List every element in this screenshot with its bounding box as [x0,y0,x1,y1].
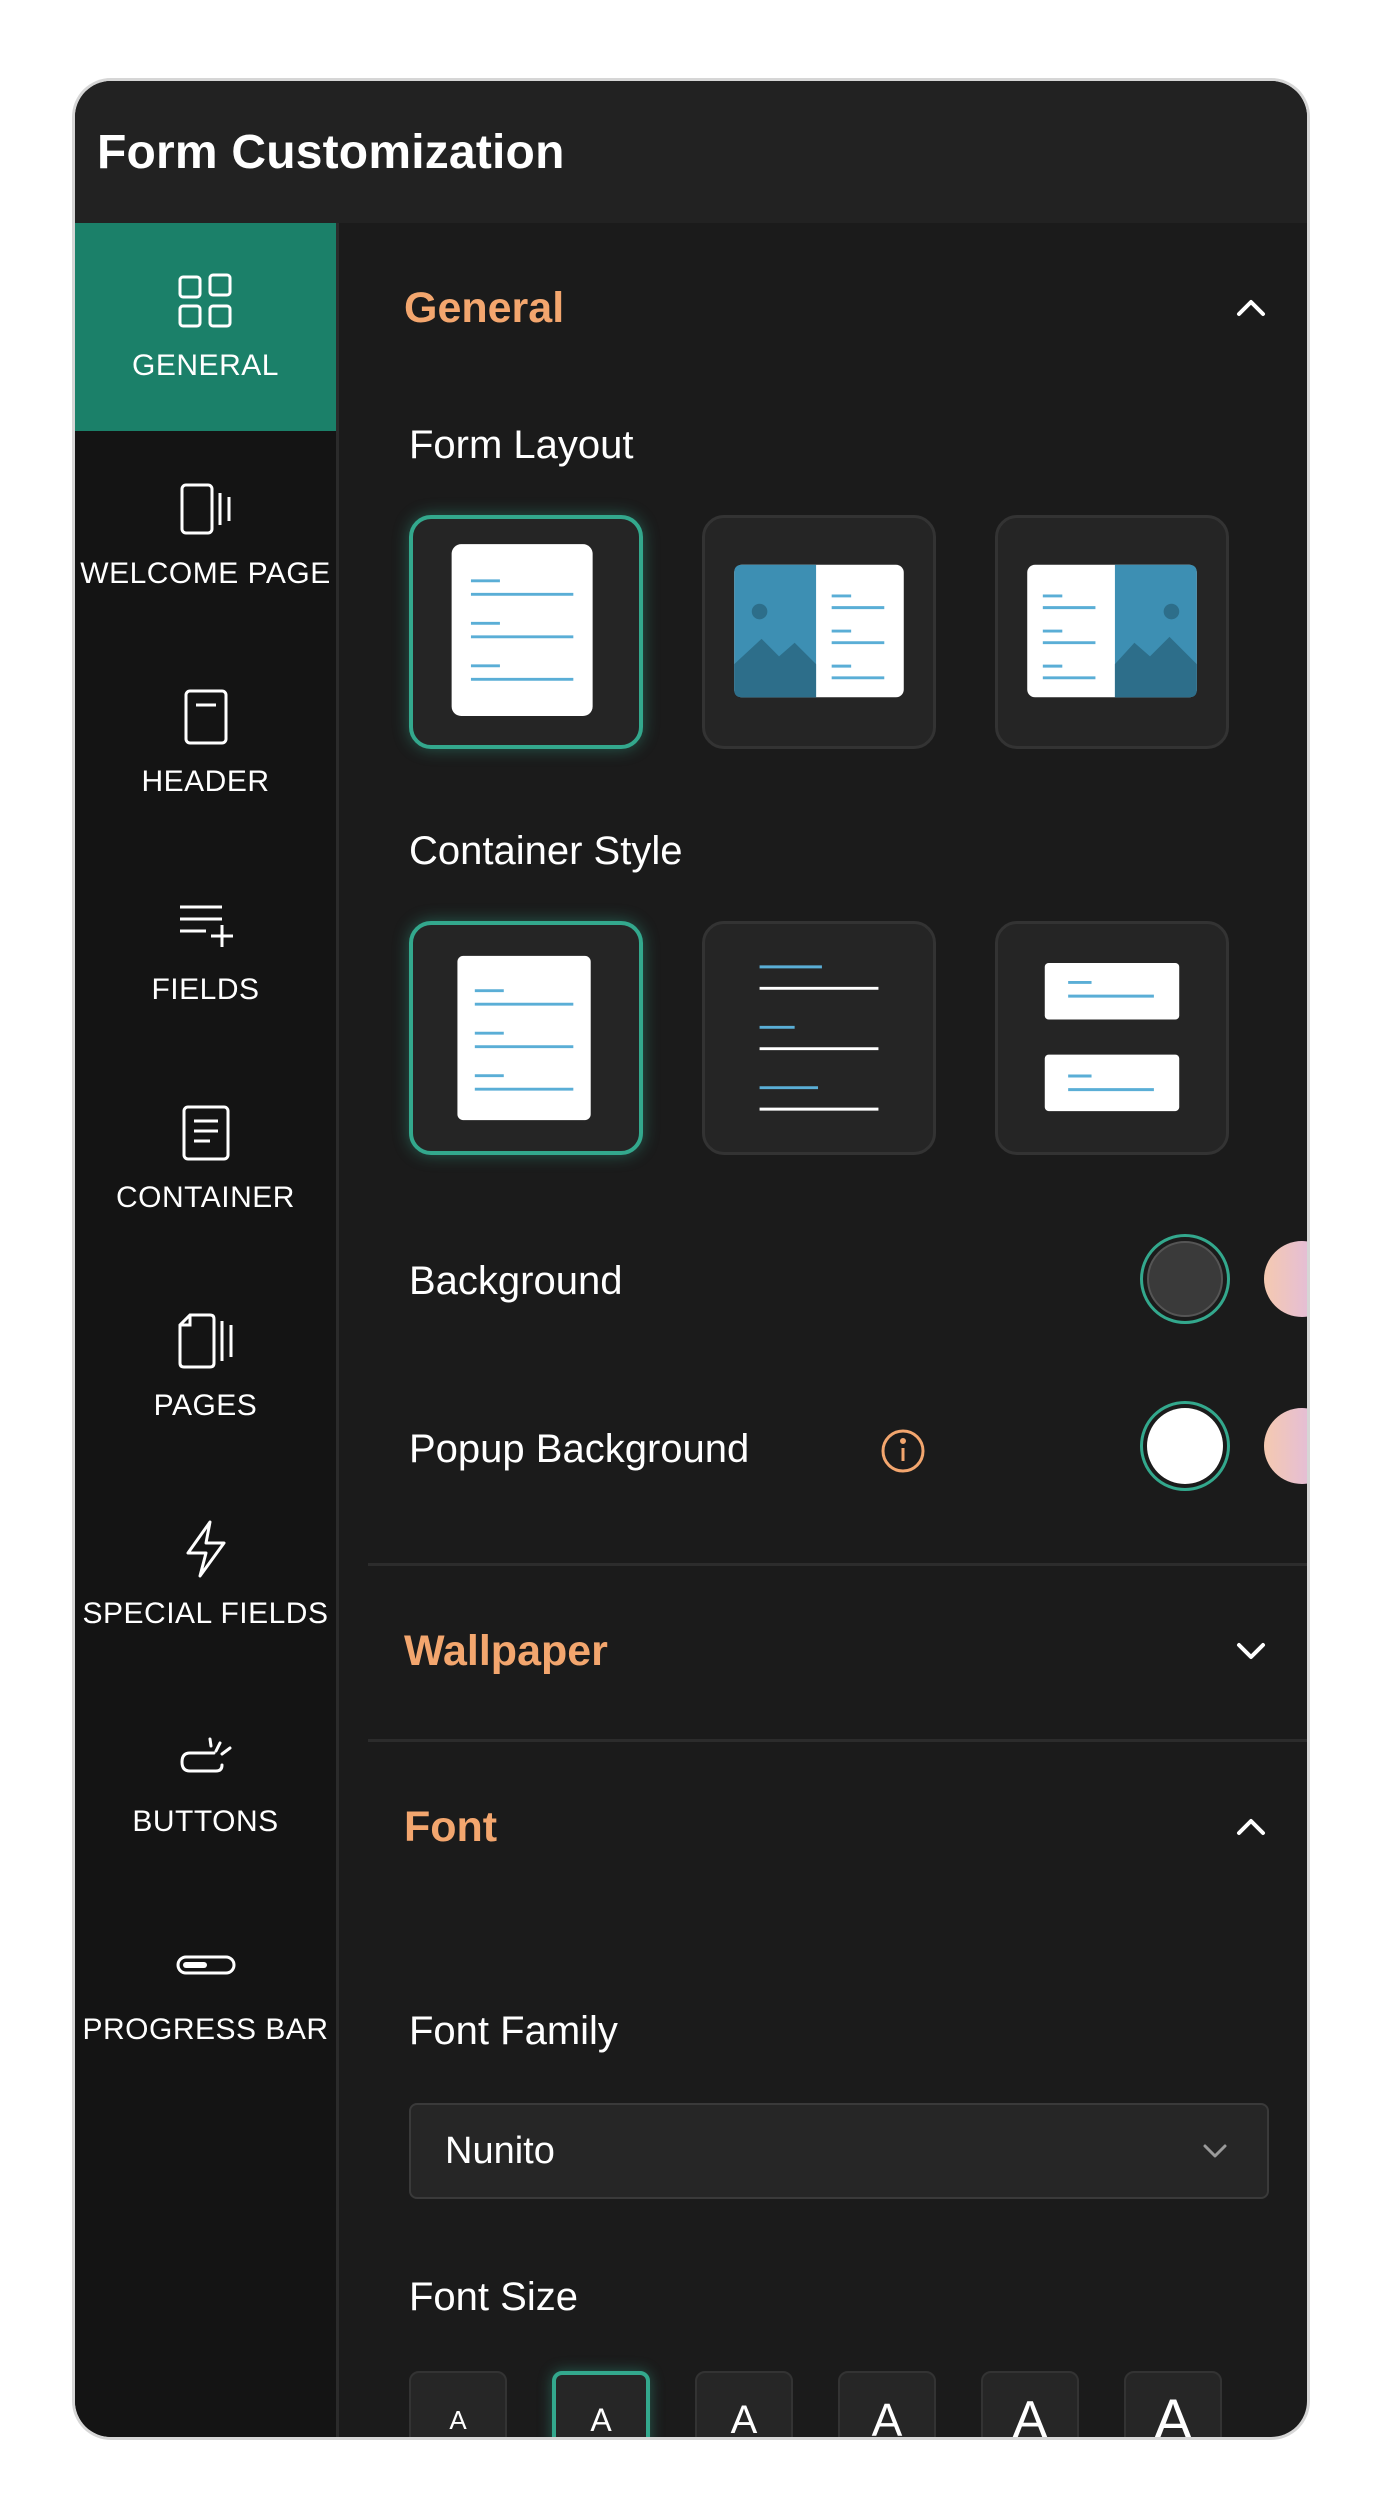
sidebar-item-label: HEADER [141,765,270,798]
font-size-option-s[interactable]: A [552,2371,650,2437]
header-icon [184,689,227,745]
sidebar-item-buttons[interactable]: BUTTONS [75,1679,336,1887]
sidebar-item-label: FIELDS [151,973,260,1006]
form-customization-panel: Form Customization GENERAL WELCOME PAGE … [75,81,1307,2437]
layout-image-left-preview [734,564,904,698]
font-size-option-l[interactable]: A [838,2371,936,2437]
layout-full-preview [451,544,593,717]
popup-background-swatch-white-selected[interactable] [1140,1401,1230,1491]
font-family-select[interactable]: Nunito [409,2103,1269,2199]
font-size-glyph: A [1012,2391,1048,2437]
section-title: Font [404,1802,498,1851]
sidebar-item-fields[interactable]: FIELDS [75,847,336,1055]
sidebar-item-welcome-page[interactable]: WELCOME PAGE [75,431,336,639]
pages-icon [178,1313,232,1369]
chevron-up-icon[interactable] [1229,286,1273,330]
settings-content: General Form Layout Container Style Back… [339,223,1307,2437]
chevron-up-icon[interactable] [1229,1805,1273,1849]
background-swatch-gradient[interactable] [1264,1241,1307,1317]
sidebar-item-label: WELCOME PAGE [80,557,331,590]
general-section-header[interactable]: General [339,223,1307,393]
font-size-option-m[interactable]: A [695,2371,793,2437]
font-size-glyph: A [1153,2387,1193,2438]
container-style-option-split[interactable] [995,921,1229,1155]
font-size-glyph: A [730,2397,758,2438]
font-family-value: Nunito [445,2129,555,2172]
wallpaper-section-header[interactable]: Wallpaper [339,1566,1307,1736]
sidebar-item-label: SPECIAL FIELDS [82,1597,329,1630]
container-style-label: Container Style [409,829,683,873]
chevron-down-icon[interactable] [1229,1629,1273,1673]
font-size-option-xxl[interactable]: A [1124,2371,1222,2437]
sidebar: GENERAL WELCOME PAGE HEADER FIELDS CONTA… [75,223,339,2437]
sidebar-item-label: PROGRESS BAR [82,2013,329,2046]
grid-icon [178,273,231,328]
container-underline-preview [759,965,879,1111]
button-click-icon [179,1737,231,1773]
sidebar-item-label: PAGES [153,1389,258,1422]
section-title: General [404,283,565,332]
sidebar-item-label: CONTAINER [116,1181,295,1214]
font-family-label: Font Family [409,2009,618,2053]
welcome-page-icon [180,483,230,535]
form-layout-label: Form Layout [409,423,634,467]
layout-image-right-preview [1027,564,1197,698]
container-style-option-underline[interactable] [702,921,936,1155]
sidebar-item-general[interactable]: GENERAL [75,223,336,431]
sidebar-item-header[interactable]: HEADER [75,639,336,847]
sidebar-item-progress-bar[interactable]: PROGRESS BAR [75,1887,336,2095]
chevron-down-icon [1203,2144,1227,2158]
sidebar-item-container[interactable]: CONTAINER [75,1055,336,1263]
font-size-glyph: A [449,2404,467,2435]
progress-bar-icon [176,1955,235,1975]
fields-icon [179,905,233,947]
sidebar-item-pages[interactable]: PAGES [75,1263,336,1471]
panel-title: Form Customization [97,125,565,179]
info-icon[interactable] [879,1427,927,1475]
form-layout-option-image-left[interactable] [702,515,936,749]
form-layout-option-full[interactable] [409,515,643,749]
sidebar-item-special-fields[interactable]: SPECIAL FIELDS [75,1471,336,1679]
lightning-icon [186,1520,225,1578]
font-size-option-xs[interactable]: A [409,2371,507,2437]
container-split-preview [1044,962,1180,1112]
container-card-preview [457,955,591,1121]
font-size-glyph: A [590,2401,612,2438]
popup-background-swatch-gradient[interactable] [1264,1408,1307,1484]
sidebar-item-label: BUTTONS [132,1805,279,1838]
font-size-option-xl[interactable]: A [981,2371,1079,2437]
font-size-glyph: A [871,2394,903,2437]
background-swatch-dark-selected[interactable] [1140,1234,1230,1324]
background-label: Background [409,1259,623,1303]
panel-header: Form Customization [75,81,1307,223]
container-icon [182,1105,229,1161]
font-section-header[interactable]: Font [339,1742,1307,1912]
sidebar-item-label: GENERAL [132,349,279,382]
font-size-label: Font Size [409,2275,578,2319]
container-style-option-card[interactable] [409,921,643,1155]
form-layout-option-image-right[interactable] [995,515,1229,749]
popup-background-label: Popup Background [409,1427,750,1471]
section-title: Wallpaper [404,1626,608,1675]
